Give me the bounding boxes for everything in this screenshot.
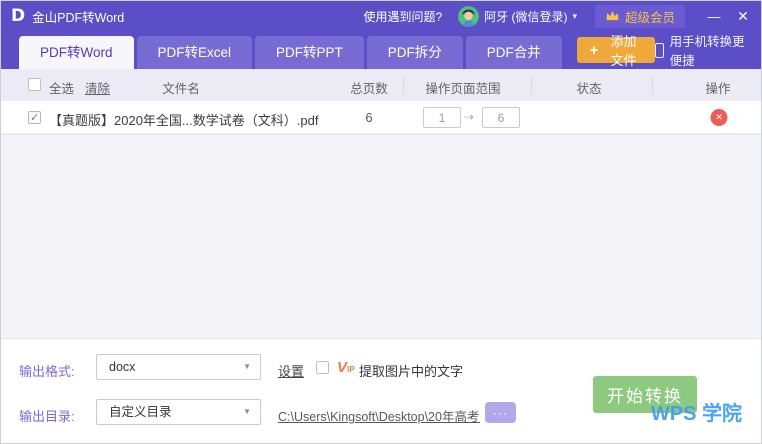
minimize-button[interactable]: —	[705, 9, 723, 24]
app-title: 金山PDF转Word	[32, 7, 124, 26]
chevron-down-icon[interactable]: ▾	[572, 11, 577, 22]
close-icon: ✕	[715, 112, 723, 123]
phone-tip-label: 用手机转换更便捷	[670, 31, 747, 69]
range-to-input[interactable]	[482, 107, 520, 128]
column-header-range: 操作页面范围	[425, 78, 500, 97]
column-header-pages: 总页数	[350, 78, 388, 97]
file-list-area	[1, 134, 761, 338]
titlebar: D 金山PDF转Word 使用遇到问题? 阿牙 (微信登录) ▾ 超级会员 — …	[1, 1, 761, 31]
select-all-checkbox[interactable]	[28, 78, 41, 91]
vip-feature-icon: VIP	[337, 360, 355, 377]
output-dir-label: 输出目录:	[19, 406, 75, 425]
browse-folder-button[interactable]: ···	[485, 402, 516, 423]
output-format-select[interactable]: docx ▼	[96, 354, 261, 380]
tab-pdf-to-ppt[interactable]: PDF转PPT	[255, 36, 364, 69]
tab-pdf-split[interactable]: PDF拆分	[367, 36, 463, 69]
phone-convert-tip[interactable]: 用手机转换更便捷	[655, 31, 747, 69]
file-list-header: 全选 清除 文件名 总页数 操作页面范围 状态 操作	[1, 69, 761, 101]
column-header-status: 状态	[576, 78, 601, 97]
tab-bar: PDF转Word PDF转Excel PDF转PPT PDF拆分 PDF合并 +…	[1, 31, 761, 69]
output-dir-path[interactable]: C:\Users\Kingsoft\Desktop\20年高考数学	[278, 406, 480, 425]
column-divider	[531, 77, 532, 94]
range-from-input[interactable]	[423, 107, 461, 128]
output-format-label: 输出格式:	[19, 361, 75, 380]
phone-icon	[655, 43, 663, 58]
tab-pdf-to-excel[interactable]: PDF转Excel	[137, 36, 253, 69]
add-file-label: 添加文件	[605, 31, 643, 69]
column-divider	[652, 77, 653, 94]
start-convert-button[interactable]: 开始转换	[593, 376, 697, 413]
column-divider	[403, 77, 404, 94]
crown-icon	[605, 10, 620, 22]
row-page-count: 6	[365, 110, 372, 125]
close-button[interactable]: ✕	[733, 8, 753, 25]
select-caret-icon: ▼	[243, 400, 251, 424]
ocr-checkbox[interactable]	[316, 361, 329, 374]
output-dir-value: 自定义目录	[109, 405, 172, 419]
output-format-value: docx	[109, 360, 135, 374]
tab-pdf-merge[interactable]: PDF合并	[466, 36, 562, 69]
app-window: D 金山PDF转Word 使用遇到问题? 阿牙 (微信登录) ▾ 超级会员 — …	[0, 0, 762, 444]
ocr-label: 提取图片中的文字	[359, 361, 463, 380]
row-filename: 【真题版】2020年全国...数学试卷（文科）.pdf	[49, 110, 318, 129]
column-header-actions: 操作	[705, 78, 730, 97]
column-header-filename: 文件名	[162, 78, 200, 97]
tab-pdf-to-word[interactable]: PDF转Word	[19, 36, 134, 69]
help-link[interactable]: 使用遇到问题?	[363, 8, 442, 25]
vip-member-label: 超级会员	[625, 7, 675, 26]
table-row: 【真题版】2020年全国...数学试卷（文科）.pdf 6 ⇢ ✕	[1, 101, 761, 134]
avatar[interactable]	[458, 6, 479, 27]
clear-link[interactable]: 清除	[85, 78, 110, 97]
app-logo-icon: D	[11, 7, 25, 25]
select-caret-icon: ▼	[243, 355, 251, 379]
settings-link[interactable]: 设置	[278, 361, 304, 380]
vip-member-button[interactable]: 超级会员	[595, 5, 685, 28]
row-checkbox[interactable]	[28, 111, 41, 124]
output-dir-select[interactable]: 自定义目录 ▼	[96, 399, 261, 425]
user-name[interactable]: 阿牙 (微信登录)	[484, 8, 567, 25]
range-arrow-icon: ⇢	[464, 110, 474, 124]
plus-icon: +	[590, 42, 599, 59]
add-file-button[interactable]: + 添加文件	[577, 37, 656, 63]
select-all-label[interactable]: 全选	[49, 78, 74, 97]
delete-file-button[interactable]: ✕	[711, 109, 728, 126]
